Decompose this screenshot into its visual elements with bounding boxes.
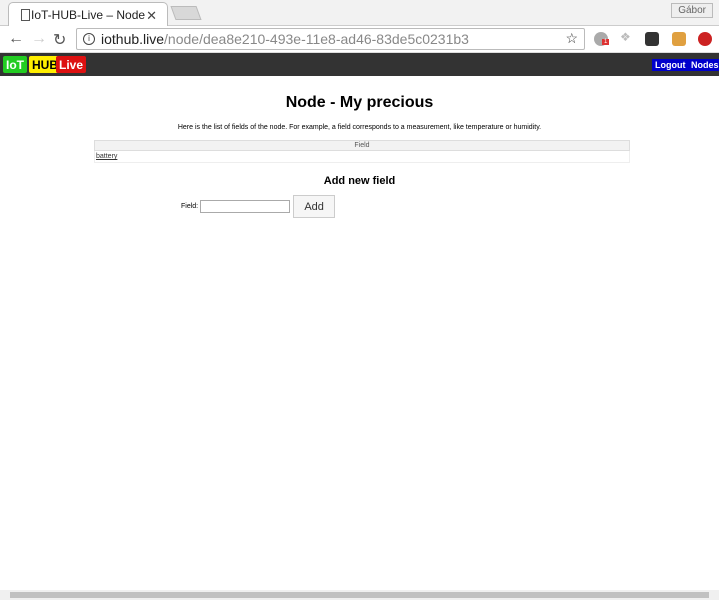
forward-icon[interactable]: →	[31, 30, 47, 48]
field-label: Field:	[181, 203, 199, 210]
extension-red-icon[interactable]	[698, 32, 712, 46]
mail-icon[interactable]	[645, 32, 659, 46]
browser-toolbar: ← → ↻ i iothub.live/node/dea8e210-493e-1…	[0, 26, 719, 53]
app-navbar: IoT HUB Live Logout Nodes	[0, 53, 719, 76]
tab-active[interactable]: IoT-HUB-Live – Node ✕	[8, 2, 168, 27]
nodes-button[interactable]: Nodes	[688, 59, 719, 71]
document-icon	[21, 9, 30, 21]
logo-iot: IoT	[3, 56, 27, 73]
add-field-form: Field: Add	[181, 195, 336, 218]
face-extension-icon[interactable]	[672, 32, 686, 46]
new-tab-button[interactable]	[170, 6, 202, 20]
tab-strip: IoT-HUB-Live – Node ✕ Gábor	[0, 0, 719, 27]
extension-icon[interactable]: 1	[594, 32, 610, 46]
url-host: iothub.live	[101, 31, 165, 47]
profile-button[interactable]: Gábor	[671, 3, 713, 18]
add-button[interactable]: Add	[293, 195, 336, 218]
bookmark-star-icon[interactable]: ☆	[565, 30, 578, 47]
dropbox-icon[interactable]: ❖	[620, 30, 634, 44]
address-bar[interactable]: i iothub.live/node/dea8e210-493e-11e8-ad…	[76, 28, 585, 50]
logout-button[interactable]: Logout	[652, 59, 689, 71]
scrollbar-thumb[interactable]	[10, 592, 709, 598]
info-icon[interactable]: i	[83, 33, 95, 45]
add-field-heading: Add new field	[323, 175, 396, 187]
url-path: /node/dea8e210-493e-11e8-ad46-83de5c0231…	[164, 31, 469, 47]
horizontal-scrollbar[interactable]	[0, 590, 719, 600]
back-icon[interactable]: ←	[8, 30, 24, 48]
table-row: battery	[94, 150, 630, 163]
reload-icon[interactable]: ↻	[53, 30, 66, 50]
field-link-battery[interactable]: battery	[96, 153, 117, 160]
page-title: Node - My precious	[285, 94, 434, 111]
field-input[interactable]	[200, 200, 291, 213]
logo-live: Live	[56, 56, 87, 73]
tab-title: IoT-HUB-Live – Node	[31, 8, 146, 22]
page-description: Here is the list of fields of the node. …	[177, 124, 542, 131]
close-tab-icon[interactable]: ✕	[146, 8, 157, 24]
column-header-field: Field	[94, 140, 630, 151]
extension-badge: 1	[602, 39, 610, 45]
fields-table: Field battery	[94, 140, 630, 163]
